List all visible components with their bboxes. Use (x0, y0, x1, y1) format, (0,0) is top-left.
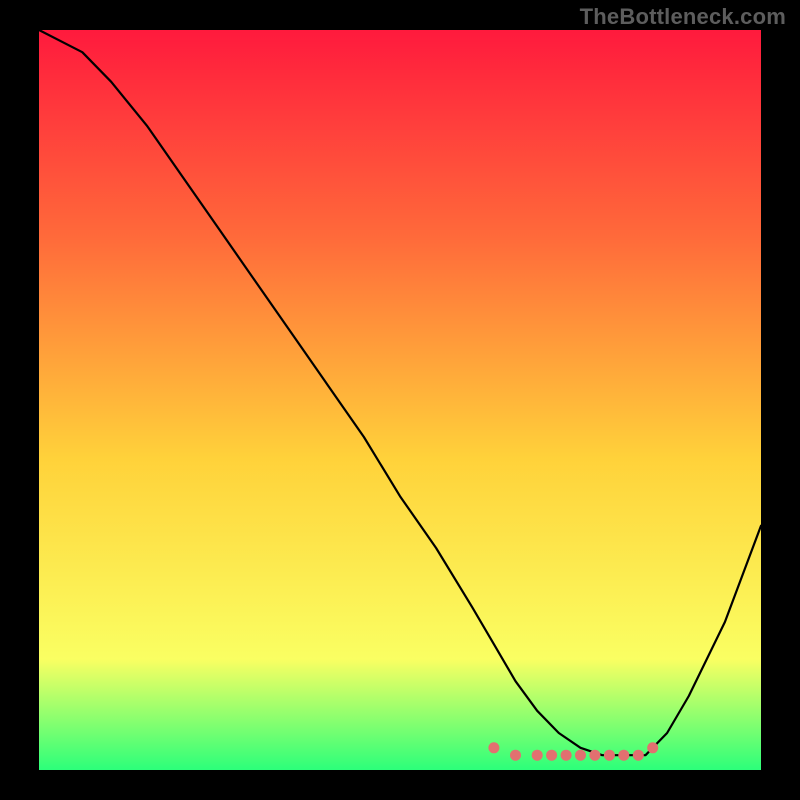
highlight-dot (618, 750, 629, 761)
highlight-dot (546, 750, 557, 761)
highlight-dot (647, 742, 658, 753)
plot-area (39, 30, 761, 770)
highlight-dot (604, 750, 615, 761)
bottleneck-chart (39, 30, 761, 770)
watermark: TheBottleneck.com (580, 4, 786, 30)
highlight-dot (633, 750, 644, 761)
highlight-dot (510, 750, 521, 761)
highlight-dot (532, 750, 543, 761)
highlight-dot (488, 742, 499, 753)
highlight-dot (561, 750, 572, 761)
gradient-background (39, 30, 761, 770)
highlight-dot (575, 750, 586, 761)
highlight-dot (589, 750, 600, 761)
chart-container: TheBottleneck.com (0, 0, 800, 800)
